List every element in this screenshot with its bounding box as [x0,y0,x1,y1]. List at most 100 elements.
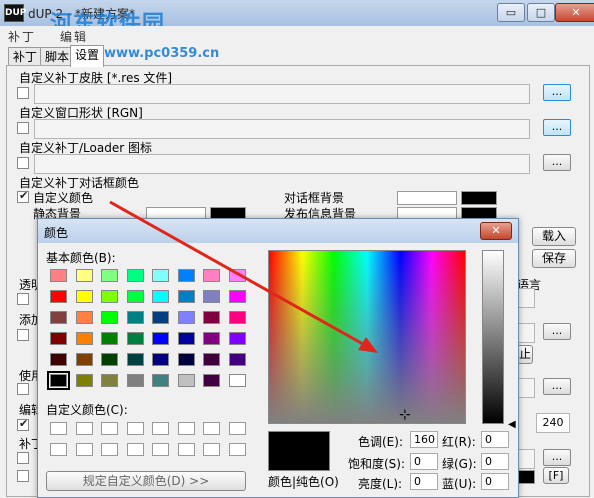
dialog-bg-swatch-dark[interactable] [461,191,497,205]
custom-color-swatch[interactable] [50,422,67,435]
patch-color-swatch[interactable] [517,470,535,484]
load-button[interactable]: 载入 [532,227,576,246]
custom-color-swatch[interactable] [126,422,144,435]
basic-color-swatch[interactable] [228,290,246,303]
basic-color-swatch[interactable] [177,332,195,345]
patch-browse-button[interactable]: ... [543,449,571,466]
green-input[interactable]: 0 [481,453,509,470]
basic-color-swatch[interactable] [101,311,118,324]
basic-color-swatch[interactable] [177,269,195,282]
number-field[interactable]: 240 [536,413,570,433]
loader-icon-path-field[interactable] [34,154,530,174]
custom-color-swatch[interactable] [75,422,93,435]
add-field[interactable] [517,323,535,343]
basic-color-swatch[interactable] [50,332,67,345]
patch-field[interactable] [517,449,535,469]
tab-script[interactable]: 脚本 [40,47,75,66]
maximize-button[interactable]: □ [527,3,555,22]
custom-color-swatch[interactable] [177,422,195,435]
luminance-slider[interactable] [482,250,504,424]
blue-input[interactable]: 0 [481,473,509,490]
window-shape-browse-button[interactable]: ... [543,119,571,136]
skin-path-field[interactable] [34,84,530,104]
basic-color-swatch[interactable] [203,269,220,282]
basic-color-swatch[interactable] [75,311,93,324]
patch-checkbox-2[interactable] [17,470,29,482]
red-input[interactable]: 0 [481,431,509,448]
basic-color-swatch[interactable] [152,311,169,324]
basic-color-swatch[interactable] [75,290,93,303]
basic-color-swatch[interactable] [177,374,195,387]
lum-input[interactable]: 0 [410,473,438,490]
patch-checkbox-1[interactable] [17,452,29,464]
basic-color-swatch[interactable] [203,290,220,303]
hue-input[interactable]: 160 [410,431,438,448]
add-checkbox[interactable] [17,329,29,341]
loader-icon-browse-button[interactable]: ... [543,154,571,171]
basic-color-swatch[interactable] [152,374,169,387]
custom-color-swatch[interactable] [203,443,220,456]
save-button[interactable]: 保存 [532,249,576,268]
basic-color-swatch[interactable] [126,374,144,387]
basic-color-swatch[interactable] [101,290,118,303]
custom-color-swatch[interactable] [101,443,118,456]
use-checkbox[interactable] [17,383,29,395]
basic-color-swatch[interactable] [228,269,246,282]
tab-settings[interactable]: 设置 [70,45,105,67]
menu-item-edit-1[interactable]: 编 [60,28,72,45]
f-button[interactable]: [F] [543,467,569,484]
basic-color-swatch[interactable] [75,269,93,282]
basic-color-swatch[interactable] [177,353,195,366]
basic-color-swatch[interactable] [203,332,220,345]
dialog-bg-swatch-light[interactable] [397,191,457,205]
custom-color-swatch[interactable] [152,443,169,456]
stop-button[interactable]: 止 [517,345,533,364]
custom-color-swatch[interactable] [228,443,246,456]
basic-color-swatch[interactable] [50,290,67,303]
transparency-checkbox[interactable] [17,293,29,305]
basic-color-swatch[interactable] [75,353,93,366]
minimize-button[interactable]: ▭ [497,3,525,22]
color-spectrum[interactable] [268,250,466,424]
basic-color-swatch[interactable] [47,371,70,390]
basic-color-swatch[interactable] [75,374,93,387]
luminance-arrow-icon[interactable]: ◀ [508,419,516,430]
tab-patch[interactable]: 补丁 [8,47,43,66]
custom-color-swatch[interactable] [50,443,67,456]
basic-color-swatch[interactable] [152,332,169,345]
basic-color-swatch[interactable] [152,269,169,282]
menu-item-patch-1[interactable]: 补 [8,28,20,45]
basic-color-swatch[interactable] [101,332,118,345]
custom-color-swatch[interactable] [152,422,169,435]
use-browse-button[interactable]: ... [543,378,571,395]
close-button[interactable]: ✕ [555,3,594,22]
basic-color-swatch[interactable] [50,353,67,366]
skin-browse-button[interactable]: ... [543,84,571,101]
basic-color-swatch[interactable] [101,353,118,366]
basic-color-swatch[interactable] [152,290,169,303]
menu-item-patch-2[interactable]: 丁 [22,28,34,45]
basic-color-swatch[interactable] [203,353,220,366]
basic-color-swatch[interactable] [126,353,144,366]
window-shape-checkbox[interactable] [17,122,29,134]
basic-color-swatch[interactable] [126,311,144,324]
sat-input[interactable]: 0 [410,453,438,470]
basic-color-swatch[interactable] [228,311,246,324]
custom-color-swatch[interactable] [126,443,144,456]
language-field[interactable] [517,288,535,308]
basic-color-swatch[interactable] [177,311,195,324]
basic-color-swatch[interactable] [177,290,195,303]
custom-color-checkbox[interactable] [17,189,29,203]
basic-color-swatch[interactable] [50,269,67,282]
add-browse-button[interactable]: ... [543,323,571,340]
basic-color-swatch[interactable] [152,353,169,366]
window-shape-path-field[interactable] [34,119,530,139]
basic-color-swatch[interactable] [228,353,246,366]
basic-color-swatch[interactable] [126,269,144,282]
basic-color-swatch[interactable] [203,311,220,324]
custom-color-swatch[interactable] [75,443,93,456]
basic-color-swatch[interactable] [126,332,144,345]
basic-color-swatch[interactable] [126,290,144,303]
basic-color-swatch[interactable] [228,374,246,387]
basic-color-swatch[interactable] [101,269,118,282]
